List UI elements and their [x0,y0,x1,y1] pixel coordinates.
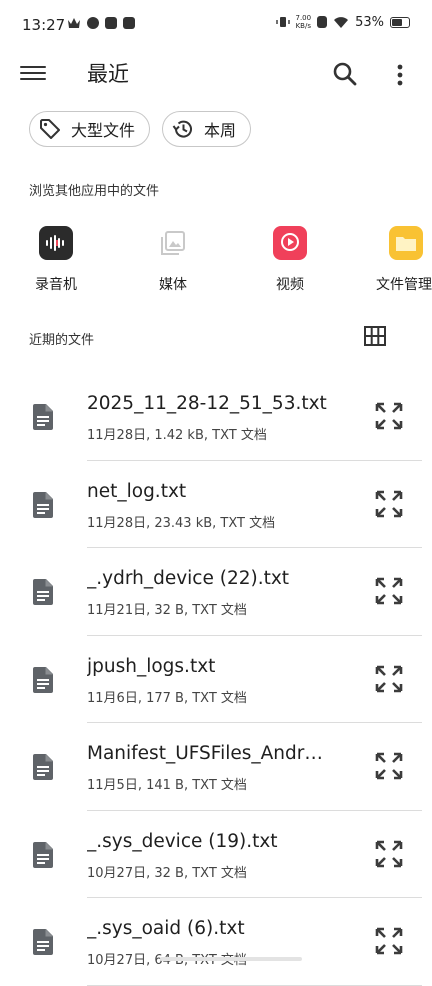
file-name: _.sys_oaid (6).txt [87,918,245,939]
file-meta: 10月27日, 32 B, TXT 文档 [87,865,247,881]
list-item[interactable]: net_log.txt 11月28日, 23.43 kB, TXT 文档 [0,461,432,548]
battery-percent: 53% [355,14,384,30]
app-notification-icon [87,17,99,29]
status-time: 13:27 [22,16,66,34]
expand-icon[interactable] [374,489,404,519]
expand-icon[interactable] [374,926,404,956]
row-divider [87,984,422,986]
expand-icon[interactable] [374,576,404,606]
file-meta: 11月6日, 177 B, TXT 文档 [87,690,247,706]
file-meta: 11月28日, 1.42 kB, TXT 文档 [87,428,267,443]
app-video-label: 视频 [276,277,304,293]
more-vert-icon[interactable] [390,60,410,90]
app-media-label: 媒体 [159,277,187,293]
grid-view-icon[interactable] [364,326,386,346]
media-icon [156,226,190,260]
recent-files-list: 2025_11_28-12_51_53.txt 11月28日, 1.42 kB,… [0,373,432,986]
net-speed-value: 7.00 [295,14,312,22]
file-meta: 11月21日, 32 B, TXT 文档 [87,603,247,618]
list-item[interactable]: _.sys_device (19).txt 10月27日, 32 B, TXT … [0,811,432,898]
text-file-icon [33,666,53,693]
file-meta: 11月5日, 141 B, TXT 文档 [87,778,247,793]
status-bar: 13:27 7.00 KB/s 53% [0,0,432,50]
app-bar: 最近 [0,50,432,98]
chip-large-files-label: 大型文件 [71,121,136,140]
play-icon [123,17,135,29]
chip-this-week-label: 本周 [204,121,237,140]
filter-chips: 大型文件 本周 [29,111,252,147]
chip-large-files[interactable]: 大型文件 [29,111,151,147]
app-recorder[interactable]: 录音机 [16,222,96,294]
history-icon [172,120,192,138]
battery-icon [390,16,410,28]
app-file-manager[interactable]: 文件管理 [366,222,432,294]
folder-icon [389,226,423,260]
file-name: Manifest_UFSFiles_Andr… [87,743,323,764]
menu-icon[interactable] [20,62,46,86]
list-item[interactable]: Manifest_UFSFiles_Andr… 11月5日, 141 B, TX… [0,723,432,811]
sim-icon [317,16,328,28]
list-item[interactable]: 2025_11_28-12_51_53.txt 11月28日, 1.42 kB,… [0,373,432,461]
search-icon[interactable] [330,59,360,89]
app-video[interactable]: 视频 [250,222,330,294]
list-item[interactable]: _.sys_oaid (6).txt 10月27日, 64 B, TXT 文档 [0,898,432,986]
file-name: _.sys_device (19).txt [87,830,278,852]
text-file-icon [33,579,53,605]
app-media[interactable]: 媒体 [133,222,213,294]
recorder-icon [39,226,73,260]
vibrate-icon [275,17,290,27]
file-name: net_log.txt [87,480,187,502]
mail-icon [105,17,117,29]
browse-section-label: 浏览其他应用中的文件 [29,184,160,199]
net-speed-unit: KB/s [295,22,311,30]
expand-icon[interactable] [374,664,404,694]
text-file-icon [33,929,53,955]
wifi-icon [334,16,349,28]
apps-row: 录音机 媒体 视频 文件管理 [0,222,432,302]
notification-icons [67,17,135,29]
list-item[interactable]: _.ydrh_device (22).txt 11月21日, 32 B, TXT… [0,548,432,636]
app-recorder-label: 录音机 [35,277,77,293]
crown-icon [68,18,80,28]
status-right: 7.00 KB/s 53% [275,14,410,30]
file-name: 2025_11_28-12_51_53.txt [87,393,327,414]
recent-section-label: 近期的文件 [29,333,95,348]
chip-this-week[interactable]: 本周 [162,111,252,147]
text-file-icon [33,841,53,868]
app-file-manager-label: 文件管理 [376,277,432,293]
file-name: _.ydrh_device (22).txt [87,568,290,589]
video-icon [273,226,307,260]
list-item[interactable]: jpush_logs.txt 11月6日, 177 B, TXT 文档 [0,636,432,723]
net-speed: 7.00 KB/s [296,14,312,30]
expand-icon[interactable] [374,401,404,431]
text-file-icon [33,404,53,430]
expand-icon[interactable] [374,839,404,869]
expand-icon[interactable] [374,751,404,781]
text-file-icon [33,754,53,780]
text-file-icon [33,491,53,518]
file-name: jpush_logs.txt [87,655,216,677]
page-title: 最近 [87,62,129,86]
file-meta: 11月28日, 23.43 kB, TXT 文档 [87,515,276,531]
tag-icon [40,119,60,139]
home-indicator[interactable] [160,957,302,961]
